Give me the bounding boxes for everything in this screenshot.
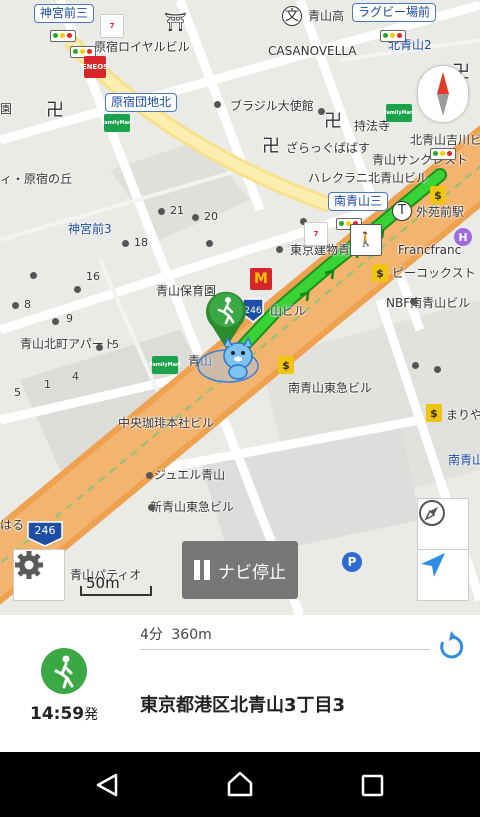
compass-needle-icon bbox=[437, 72, 449, 116]
place-label: 持法寺 bbox=[354, 119, 391, 133]
temple-icon: 卍 bbox=[324, 111, 342, 132]
crosswalk-icon: 🚶 bbox=[350, 224, 382, 256]
block-number: 5 bbox=[14, 386, 21, 399]
system-nav-bar bbox=[0, 752, 480, 817]
traffic-signal-icon bbox=[50, 30, 76, 42]
place-label: NBF南青山ビル bbox=[386, 296, 471, 310]
parking-lock-icon: $ bbox=[430, 186, 446, 204]
hospital-icon: H bbox=[454, 228, 472, 246]
school-icon: 文 bbox=[282, 6, 302, 26]
walk-mode-icon bbox=[41, 648, 87, 694]
destination-address: 東京都港区北青山3丁目3 bbox=[140, 695, 346, 716]
place-label: CASANOVELLA bbox=[268, 44, 357, 58]
place-label: ィ・原宿の丘 bbox=[0, 172, 73, 186]
place-label: 山ビル bbox=[270, 304, 307, 318]
place-label: 北青山吉川ビ bbox=[410, 133, 480, 147]
place-label: 原宿ロイヤルビル bbox=[94, 40, 190, 54]
duration: 4分 bbox=[140, 627, 163, 643]
pause-icon bbox=[194, 560, 210, 580]
place-label: ざらっぐばばす bbox=[286, 141, 371, 155]
place-label: ジュエル青山 bbox=[154, 468, 226, 482]
distance: 360m bbox=[171, 627, 212, 643]
familymart-icon: FamilyMart bbox=[383, 104, 415, 122]
place-label: 園 bbox=[0, 102, 13, 116]
parking-lock-icon: $ bbox=[278, 356, 294, 374]
block-number: 21 bbox=[170, 204, 184, 217]
block-number: 8 bbox=[24, 298, 31, 311]
intersection-label: 神宮前三 bbox=[34, 4, 95, 23]
block-number: 16 bbox=[86, 270, 100, 283]
temple-icon: 卍 bbox=[46, 100, 64, 121]
intersection-label: 南青山三 bbox=[328, 192, 389, 211]
duration-distance: 4分 360m bbox=[140, 624, 212, 644]
scale-bar: 50m bbox=[80, 574, 152, 598]
parking-lock-icon: $ bbox=[426, 404, 442, 422]
block-number: 4 bbox=[72, 370, 79, 383]
refresh-icon bbox=[440, 631, 464, 659]
settings-button[interactable] bbox=[13, 549, 65, 601]
shrine-icon: ⛩ bbox=[164, 12, 187, 33]
block-number: 18 bbox=[134, 236, 148, 249]
compass-button[interactable] bbox=[417, 498, 469, 550]
seven-eleven-icon: 7 bbox=[304, 222, 328, 246]
location-arrow-icon bbox=[421, 553, 445, 577]
place-label: ハレクラニ北青山ビル bbox=[308, 171, 429, 185]
place-label: ブラジル大使館 bbox=[230, 99, 314, 113]
place-label: はる bbox=[0, 518, 25, 532]
compass-icon bbox=[419, 500, 445, 526]
seven-eleven-icon: 7 bbox=[100, 14, 124, 38]
intersection-label: 原宿団地北 bbox=[105, 93, 178, 112]
home-icon[interactable] bbox=[226, 770, 254, 798]
route-246-sign: 246 bbox=[26, 516, 64, 548]
familymart-icon: FamilyMart bbox=[101, 114, 133, 132]
parking-lock-icon: $ bbox=[372, 264, 388, 282]
place-label: ピーコックスト bbox=[392, 266, 476, 280]
familymart-icon: FamilyMart bbox=[149, 356, 181, 374]
place-label: まりや bbox=[446, 408, 480, 422]
parking-icon: P bbox=[342, 552, 362, 572]
station-label: 外苑前駅 bbox=[416, 205, 465, 219]
route-info-panel: 4分 360m 14:59発 東京都港区北青山3丁目3 bbox=[0, 615, 480, 752]
subway-icon: T bbox=[392, 201, 412, 221]
current-location-button[interactable] bbox=[417, 549, 469, 601]
current-location-mascot bbox=[197, 336, 259, 383]
place-label: 青山高 bbox=[308, 9, 345, 23]
place-label: 新青山東急ビル bbox=[150, 500, 235, 514]
map-view[interactable]: 神宮前三 原宿ロイヤルビル CASANOVELLA 青山高 ラグビー場前 北青山… bbox=[0, 0, 480, 615]
area-label: 神宮前3 bbox=[68, 222, 112, 236]
place-label: 中央珈琲本社ビル bbox=[118, 416, 215, 430]
place-label: 南青山東急ビル bbox=[288, 381, 373, 395]
back-icon[interactable] bbox=[94, 772, 120, 798]
compass-indicator[interactable] bbox=[418, 66, 468, 122]
intersection-label: ラグビー場前 bbox=[352, 3, 437, 22]
divider bbox=[140, 649, 430, 650]
recents-icon[interactable] bbox=[361, 774, 385, 798]
gear-icon bbox=[15, 551, 43, 579]
place-label: Francfranc bbox=[398, 243, 462, 257]
traffic-signal-icon bbox=[430, 148, 456, 160]
mcdonalds-icon: M bbox=[250, 268, 272, 290]
area-label: 南青山 bbox=[448, 453, 480, 467]
eneos-icon: ENEOS bbox=[82, 56, 108, 78]
navi-stop-label: ナビ停止 bbox=[218, 562, 286, 583]
temple-icon: 卍 bbox=[262, 136, 280, 157]
reroute-button[interactable] bbox=[434, 629, 468, 663]
block-number: 1 bbox=[44, 378, 51, 391]
navi-stop-button[interactable]: ナビ停止 bbox=[182, 541, 298, 599]
block-number: 5 bbox=[112, 338, 119, 351]
block-number: 9 bbox=[66, 312, 73, 325]
traffic-signal-icon bbox=[380, 30, 406, 42]
block-number: 20 bbox=[204, 210, 218, 223]
departure-time: 14:59発 bbox=[30, 704, 99, 724]
